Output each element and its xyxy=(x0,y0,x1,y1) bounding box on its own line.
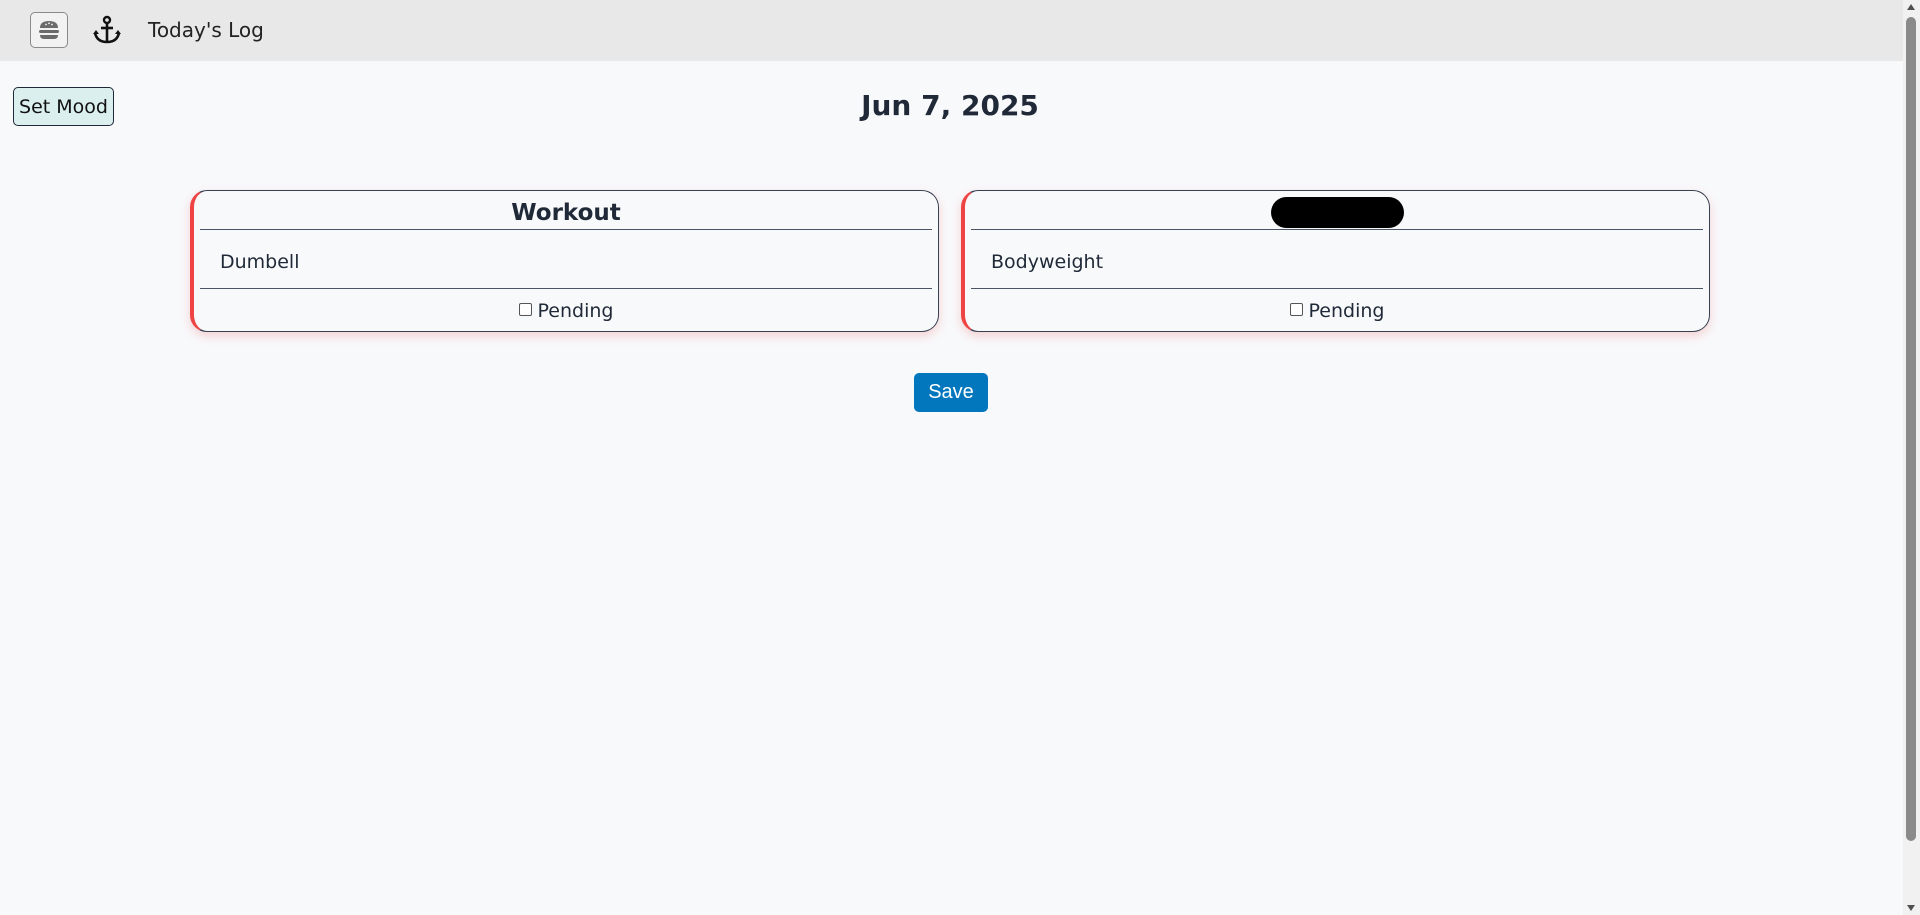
save-button[interactable]: Save xyxy=(914,373,988,412)
card-title xyxy=(971,197,1703,230)
scroll-up-arrow-icon[interactable] xyxy=(1907,4,1915,10)
menu-button[interactable] xyxy=(30,12,68,48)
pending-checkbox[interactable] xyxy=(518,302,532,316)
anchor-icon[interactable] xyxy=(89,12,125,48)
pending-label: Pending xyxy=(1308,300,1385,322)
scrollbar-thumb[interactable] xyxy=(1906,17,1916,841)
pending-label: Pending xyxy=(537,300,614,322)
card-title: Workout xyxy=(200,199,932,230)
task-card-workout: Workout Dumbell Pending xyxy=(190,190,939,332)
scroll-down-arrow-icon[interactable] xyxy=(1907,905,1915,911)
card-body: Bodyweight xyxy=(971,230,1703,289)
pending-checkbox-row[interactable]: Pending xyxy=(200,299,932,323)
card-body-text: Bodyweight xyxy=(991,251,1104,273)
pending-checkbox[interactable] xyxy=(1289,302,1303,316)
card-body-text: Dumbell xyxy=(220,251,300,273)
app-title: Today's Log xyxy=(148,18,264,42)
anchor-icon-graphic xyxy=(93,15,121,44)
vertical-scrollbar[interactable] xyxy=(1903,0,1920,915)
top-bar: Today's Log xyxy=(0,0,1903,61)
card-body: Dumbell xyxy=(200,230,932,289)
hamburger-menu-icon xyxy=(39,21,59,39)
date-heading: Jun 7, 2025 xyxy=(861,89,1039,122)
pending-checkbox-row[interactable]: Pending xyxy=(971,299,1703,323)
task-card-redacted: Bodyweight Pending xyxy=(961,190,1710,332)
redacted-title-block xyxy=(1270,197,1404,228)
page: Today's Log Set Mood Jun 7, 2025 Workout… xyxy=(0,0,1920,915)
